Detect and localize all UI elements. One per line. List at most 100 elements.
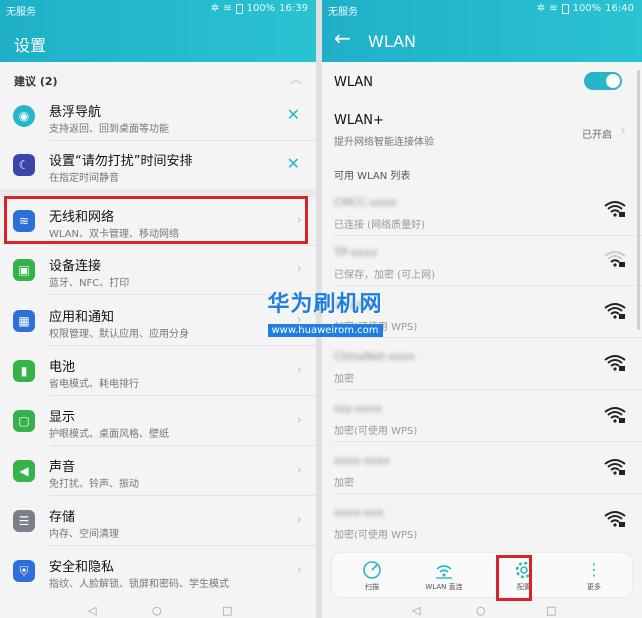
settings-item-display[interactable]: ▢ 显示 护眼模式、桌面风格、壁纸 ›	[0, 397, 316, 445]
more-button[interactable]: ⋮ 更多	[564, 553, 624, 597]
battery-status-icon	[561, 3, 569, 14]
scan-label: 扫描	[365, 583, 379, 591]
configure-button[interactable]: 配置	[494, 553, 554, 597]
network-item[interactable]: TP-xxxx 已保存，加密 (可上网)	[322, 236, 642, 286]
network-name: CMCC-xxxx	[334, 196, 397, 209]
network-status: 已连接 (网络质量好)	[334, 220, 425, 231]
item-subtitle: 内存、空间清理	[49, 529, 119, 540]
item-subtitle: 蓝牙、NFC、打印	[49, 278, 130, 289]
settings-item-wireless-network[interactable]: ≋ 无线和网络 WLAN、双卡管理、移动网络 ›	[0, 197, 316, 245]
suggestion-subtitle: 在指定时间静音	[49, 173, 119, 184]
recents-nav-icon[interactable]: □	[222, 604, 232, 617]
settings-gear-icon	[515, 561, 533, 579]
chevron-right-icon: ›	[296, 462, 302, 478]
network-item[interactable]: szy-xxxx 加密(可使用 WPS)	[322, 392, 642, 442]
configure-label: 配置	[517, 583, 531, 591]
wlanplus-row[interactable]: WLAN+ 提升网络智能连接体验 已开启 ›	[322, 104, 642, 156]
network-status: 加密(可使用 WPS)	[334, 322, 418, 333]
wlan-toggle[interactable]	[584, 72, 622, 90]
settings-item-battery[interactable]: ▮ 电池 省电模式、耗电排行 ›	[0, 347, 316, 395]
chevron-right-icon: ›	[296, 562, 302, 578]
back-arrow-icon[interactable]: ←	[334, 28, 351, 48]
network-status: 已保存，加密 (可上网)	[334, 270, 435, 281]
network-item[interactable]: xxxx-xxxx 加密	[322, 444, 642, 494]
item-subtitle: WLAN、双卡管理、移动网络	[49, 229, 180, 240]
network-name: xxxxxx	[334, 298, 374, 311]
network-name: xxxx-xxx	[334, 506, 384, 519]
item-title: 存储	[49, 510, 76, 525]
section-separator	[0, 189, 316, 197]
wlan-direct-button[interactable]: WLAN 直连	[414, 553, 474, 597]
network-status: 加密(可使用 WPS)	[334, 530, 418, 541]
item-subtitle: 省电模式、耗电排行	[49, 379, 139, 390]
wifi-signal-lock-icon	[604, 511, 626, 527]
moon-icon: ☾	[13, 154, 35, 176]
wlan-label: WLAN	[334, 75, 374, 90]
wlanplus-status: 已开启	[582, 130, 612, 141]
network-item[interactable]: CMCC-xxxx 已连接 (网络质量好)	[322, 186, 642, 236]
vibrate-icon: ✲	[536, 3, 546, 14]
item-title: 电池	[49, 360, 76, 375]
settings-header: 无服务 ✲ ≋ 100% 16:39 设置	[0, 0, 316, 62]
system-nav-bar: ◁ ○ □	[322, 602, 642, 618]
sound-icon: ◀	[13, 460, 35, 482]
page-title: WLAN	[368, 32, 417, 51]
chevron-right-icon: ›	[296, 261, 302, 277]
dismiss-suggestion-icon[interactable]: ✕	[287, 105, 300, 124]
carrier-text: 无服务	[6, 7, 36, 18]
back-nav-icon[interactable]: ◁	[412, 604, 420, 617]
item-title: 应用和通知	[49, 310, 115, 325]
scan-button[interactable]: 扫描	[342, 553, 402, 597]
divider	[49, 294, 316, 295]
settings-item-apps-notifications[interactable]: ▦ 应用和通知 权限管理、默认应用、应用分身 ›	[0, 297, 316, 345]
network-item[interactable]: ChinaNet-xxxx 加密	[322, 340, 642, 390]
item-title: 显示	[49, 410, 76, 425]
system-nav-bar: ◁ ○ □	[0, 602, 316, 618]
clock-text: 16:39	[279, 3, 308, 14]
recents-nav-icon[interactable]: □	[546, 604, 556, 617]
apps-icon: ▦	[13, 310, 35, 332]
wlan-direct-icon	[436, 565, 452, 579]
wlanplus-subtitle: 提升网络智能连接体验	[334, 137, 434, 148]
status-bar: 无服务 ✲ ≋ 100% 16:40	[322, 0, 642, 18]
battery-text: 100%	[246, 3, 276, 14]
wlan-toggle-row[interactable]: WLAN	[322, 62, 642, 104]
device-connect-icon: ▣	[13, 259, 35, 281]
chevron-right-icon: ›	[296, 212, 302, 228]
divider	[49, 345, 316, 346]
suggestion-do-not-disturb[interactable]: ☾ 设置“请勿打扰”时间安排 在指定时间静音 ✕	[0, 141, 316, 189]
suggestion-subtitle: 支持返回、回到桌面等功能	[49, 124, 169, 135]
wlanplus-label: WLAN+	[334, 113, 384, 128]
status-bar: 无服务 ✲ ≋ 100% 16:39	[0, 0, 316, 18]
chevron-up-icon[interactable]: ︿	[290, 70, 302, 87]
wifi-signal-lock-icon	[604, 407, 626, 423]
wifi-signal-lock-icon	[604, 251, 626, 267]
wlan-screen: 无服务 ✲ ≋ 100% 16:40 ← WLAN WLAN WLAN+ 提升网…	[322, 0, 642, 618]
page-title: 设置	[14, 36, 47, 55]
scan-icon	[363, 561, 381, 579]
network-status: 加密	[334, 374, 354, 385]
home-nav-icon[interactable]: ○	[476, 604, 486, 617]
network-item[interactable]: xxxxxx 加密(可使用 WPS)	[322, 288, 642, 338]
settings-item-storage[interactable]: ☰ 存储 内存、空间清理 ›	[0, 497, 316, 545]
settings-item-device-connection[interactable]: ▣ 设备连接 蓝牙、NFC、打印 ›	[0, 246, 316, 294]
item-subtitle: 权限管理、默认应用、应用分身	[49, 329, 189, 340]
chevron-right-icon: ›	[296, 312, 302, 328]
divider	[49, 395, 316, 396]
wifi-icon: ≋	[13, 210, 35, 232]
display-icon: ▢	[13, 410, 35, 432]
item-title: 设备连接	[49, 259, 102, 274]
suggestion-floating-nav[interactable]: ◉ 悬浮导航 支持返回、回到桌面等功能 ✕	[0, 92, 316, 140]
settings-item-security-privacy[interactable]: ⛨ 安全和隐私 指纹、人脸解锁、锁屏和密码、学生模式 ›	[0, 547, 316, 595]
home-nav-icon[interactable]: ○	[152, 604, 162, 617]
settings-item-sound[interactable]: ◀ 声音 免打扰、铃声、振动 ›	[0, 447, 316, 495]
battery-text: 100%	[572, 3, 602, 14]
network-item[interactable]: xxxx-xxx 加密(可使用 WPS)	[322, 496, 642, 546]
network-status: 加密	[334, 478, 354, 489]
more-icon: ⋮	[586, 560, 602, 579]
back-nav-icon[interactable]: ◁	[88, 604, 96, 617]
suggestions-label: 建议 (2)	[14, 75, 58, 88]
scrollbar[interactable]	[637, 70, 640, 330]
dismiss-suggestion-icon[interactable]: ✕	[287, 154, 300, 173]
suggestions-header[interactable]: 建议 (2) ︿	[0, 62, 316, 92]
